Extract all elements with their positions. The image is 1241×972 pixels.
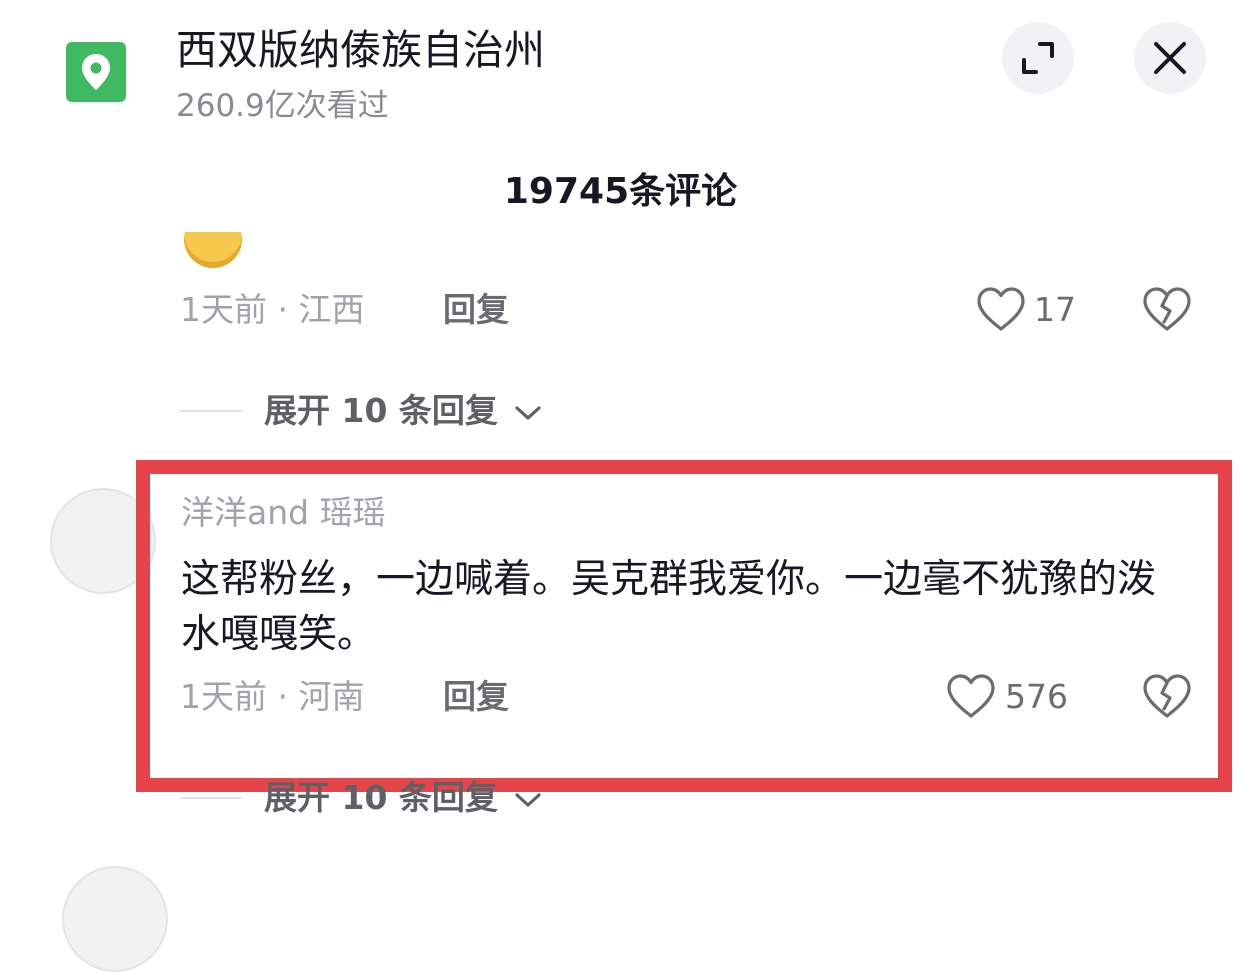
- emoji-sticker: [184, 232, 242, 270]
- reply-button[interactable]: 回复: [443, 290, 509, 330]
- chevron-down-icon: [515, 792, 542, 807]
- expand-icon: [1022, 42, 1054, 74]
- comment-time-location: 1天前 · 江西: [180, 290, 365, 329]
- chevron-down-icon: [515, 405, 542, 420]
- close-icon: [1154, 42, 1186, 74]
- divider-line: [180, 410, 242, 412]
- comment-username[interactable]: 洋洋and 瑶瑶: [181, 492, 386, 534]
- expand-replies-button[interactable]: 展开 10 条回复: [264, 391, 543, 431]
- location-title: 西双版纳傣族自治州: [176, 26, 545, 74]
- heart-icon[interactable]: [976, 286, 1026, 332]
- expand-replies-button[interactable]: 展开 10 条回复: [264, 778, 543, 818]
- comment-count: 19745条评论: [503, 171, 738, 212]
- like-count: 17: [1034, 290, 1076, 329]
- divider-line: [180, 797, 242, 799]
- close-button[interactable]: [1134, 22, 1206, 94]
- expand-replies-label: 展开 10 条回复: [264, 391, 498, 430]
- view-count: 260.9亿次看过: [176, 88, 389, 124]
- broken-heart-icon[interactable]: [1142, 286, 1192, 332]
- location-pin-icon: [66, 42, 126, 102]
- reply-button[interactable]: 回复: [443, 677, 509, 717]
- heart-icon[interactable]: [946, 673, 996, 719]
- expand-replies-label: 展开 10 条回复: [264, 778, 498, 817]
- avatar[interactable]: [62, 866, 168, 972]
- like-count: 576: [1005, 677, 1068, 716]
- broken-heart-icon[interactable]: [1142, 673, 1192, 719]
- comment-time-location: 1天前 · 河南: [180, 677, 365, 716]
- comment-text: 这帮粉丝，一边喊着。吴克群我爱你。一边毫不犹豫的泼水嘎嘎笑。: [181, 557, 1157, 657]
- expand-button[interactable]: [1002, 22, 1074, 94]
